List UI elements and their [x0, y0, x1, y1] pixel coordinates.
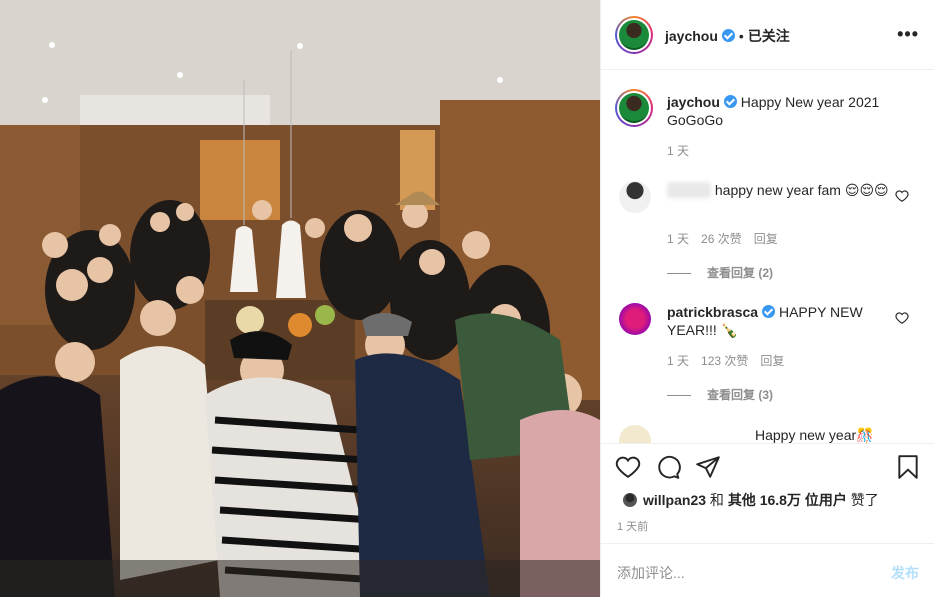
view-replies-button[interactable]: 查看回复 (3): [667, 386, 773, 403]
comment-text: Happy new year🎊: [755, 427, 874, 443]
comment-item: happy new year fam 😌😌😌: [667, 181, 892, 199]
reply-button[interactable]: 回复: [760, 354, 784, 368]
comment-time[interactable]: 1 天: [667, 354, 689, 368]
comment-item: patrickbrasca HAPPY NEW YEAR!!! 🍾: [667, 303, 892, 339]
comment-item: Happy new year🎊: [755, 426, 915, 443]
likes-suffix: 赞了: [850, 492, 879, 508]
comment-meta: 1 天 26 次赞 回复: [667, 230, 790, 247]
post-side-panel: jaychou • 已关注 ••• jaychou Happy New year 2…: [600, 0, 934, 597]
heart-icon[interactable]: [615, 454, 641, 480]
view-replies-button[interactable]: 查看回复 (2): [667, 264, 773, 281]
caption-username[interactable]: jaychou: [667, 94, 720, 110]
comment-text: happy new year fam 😌😌😌: [714, 182, 889, 198]
likes-connector: 和: [709, 492, 724, 508]
comment-icon[interactable]: [655, 454, 681, 480]
comment-likes[interactable]: 123 次赞: [701, 354, 748, 368]
liker-username[interactable]: willpan23: [643, 492, 706, 508]
bookmark-icon[interactable]: [895, 454, 921, 480]
likes-summary: willpan23 和 其他 16.8万 位用户 赞了: [623, 490, 879, 510]
caption-time[interactable]: 1 天: [667, 142, 689, 159]
post-header: jaychou • 已关注 •••: [601, 0, 934, 70]
group-photo-illustration: [0, 0, 600, 597]
blurred-username[interactable]: [667, 182, 711, 198]
separator-dot: •: [738, 28, 744, 44]
post-photo[interactable]: [0, 0, 600, 597]
caption: jaychou Happy New year 2021 GoGoGo: [667, 93, 907, 129]
comment-input[interactable]: 添加评论...: [617, 563, 685, 583]
comment-likes[interactable]: 26 次赞: [701, 232, 742, 246]
comment-avatar[interactable]: [619, 425, 651, 443]
author-username[interactable]: jaychou: [665, 28, 718, 44]
comment-meta: 1 天 123 次赞 回复: [667, 352, 796, 369]
post-comment-button[interactable]: 发布: [891, 563, 919, 583]
add-comment-bar: 添加评论... 发布: [601, 543, 934, 597]
verified-badge-icon: [762, 305, 776, 318]
more-horizontal-icon[interactable]: •••: [897, 24, 919, 45]
verified-badge-icon: [723, 95, 737, 108]
heart-icon[interactable]: [895, 189, 909, 203]
caption-avatar[interactable]: [615, 89, 653, 127]
liker-avatar[interactable]: [623, 493, 637, 507]
post-time[interactable]: 1 天前: [617, 518, 648, 534]
comment-avatar[interactable]: [619, 303, 651, 335]
comment-avatar[interactable]: [619, 181, 651, 213]
share-icon[interactable]: [695, 454, 721, 480]
comments-list[interactable]: jaychou Happy New year 2021 GoGoGo 1 天 h…: [601, 71, 934, 443]
reply-button[interactable]: 回复: [754, 232, 778, 246]
comment-time[interactable]: 1 天: [667, 232, 689, 246]
action-bar: willpan23 和 其他 16.8万 位用户 赞了 1 天前: [601, 443, 934, 543]
likes-count[interactable]: 其他 16.8万 位用户: [728, 492, 847, 508]
heart-icon[interactable]: [895, 311, 909, 325]
comment-username[interactable]: patrickbrasca: [667, 304, 758, 320]
follow-status-button[interactable]: 已关注: [748, 28, 790, 44]
author-avatar[interactable]: [615, 16, 653, 54]
verified-badge-icon: [721, 29, 735, 42]
